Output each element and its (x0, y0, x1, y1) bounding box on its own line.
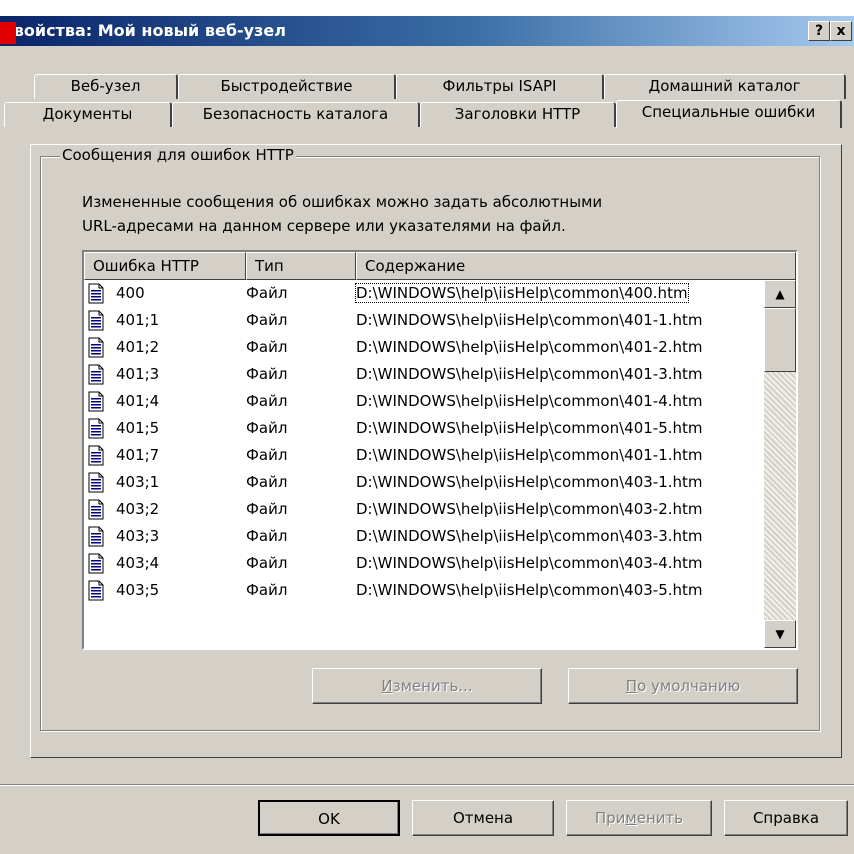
error-code: 403;2 (116, 500, 160, 518)
description-text: Измененные сообщения об ошибках можно за… (82, 190, 602, 238)
document-icon (88, 364, 104, 385)
document-icon (88, 499, 104, 520)
dialog-separator (0, 784, 854, 786)
scroll-thumb[interactable] (764, 308, 796, 372)
error-content: D:\WINDOWS\help\iisHelp\common\403-2.htm (356, 500, 703, 518)
scroll-up-button[interactable]: ▲ (764, 280, 796, 308)
document-icon (88, 445, 104, 466)
error-type: Файл (246, 392, 288, 410)
error-code: 403;4 (116, 554, 160, 572)
error-code: 401;7 (116, 446, 160, 464)
vertical-scrollbar[interactable]: ▲ ▼ (764, 280, 796, 648)
tab-directory-security[interactable]: Безопасность каталога (172, 102, 420, 127)
error-type: Файл (246, 473, 288, 491)
error-content: D:\WINDOWS\help\iisHelp\common\401-2.htm (356, 338, 703, 356)
error-type: Файл (246, 338, 288, 356)
list-item[interactable]: 401;2 Файл D:\WINDOWS\help\iisHelp\common\… (84, 334, 764, 361)
close-title-button[interactable]: x (830, 21, 852, 41)
title-bar[interactable]: Свойства: Мой новый веб-узел ? x (0, 16, 854, 46)
tab-documents[interactable]: Документы (4, 102, 172, 127)
list-item[interactable]: 401;1 Файл D:\WINDOWS\help\iisHelp\common\… (84, 307, 764, 334)
list-item[interactable]: 401;4 Файл D:\WINDOWS\help\iisHelp\common\… (84, 388, 764, 415)
group-label: Сообщения для ошибок HTTP (60, 146, 296, 164)
error-content: D:\WINDOWS\help\iisHelp\common\403-3.htm (356, 527, 703, 545)
list-item[interactable]: 403;2 Файл D:\WINDOWS\help\iisHelp\common\… (84, 496, 764, 523)
error-code: 401;5 (116, 419, 160, 437)
document-icon (88, 391, 104, 412)
error-content: D:\WINDOWS\help\iisHelp\common\401-5.htm (356, 419, 703, 437)
tab-home-directory[interactable]: Домашний каталог (604, 74, 846, 99)
list-item[interactable]: 403;4 Файл D:\WINDOWS\help\iisHelp\common\… (84, 550, 764, 577)
document-icon (88, 553, 104, 574)
list-item[interactable]: 403;5 Файл D:\WINDOWS\help\iisHelp\common\… (84, 577, 764, 604)
error-type: Файл (246, 527, 288, 545)
error-content: D:\WINDOWS\help\iisHelp\common\401-1.htm (356, 311, 703, 329)
tab-isapi-filters[interactable]: Фильтры ISAPI (396, 74, 604, 99)
document-icon (88, 418, 104, 439)
error-list[interactable]: Ошибка HTTP Тип Содержание 400 Файл D:\WIN… (82, 250, 798, 650)
list-header: Ошибка HTTP Тип Содержание (84, 252, 796, 280)
apply-button[interactable]: Применить (566, 800, 712, 836)
error-code: 403;1 (116, 473, 160, 491)
list-item[interactable]: 401;7 Файл D:\WINDOWS\help\iisHelp\common\… (84, 442, 764, 469)
error-type: Файл (246, 554, 288, 572)
list-rows: 400 Файл D:\WINDOWS\help\iisHelp\common\40… (84, 280, 764, 648)
error-code: 401;3 (116, 365, 160, 383)
description-line-2: URL-адресами на данном сервере или указа… (82, 217, 566, 235)
error-type: Файл (246, 581, 288, 599)
list-item[interactable]: 403;1 Файл D:\WINDOWS\help\iisHelp\common\… (84, 469, 764, 496)
error-type: Файл (246, 311, 288, 329)
error-type: Файл (246, 284, 288, 302)
error-code: 401;2 (116, 338, 160, 356)
red-marker (0, 22, 16, 44)
scroll-down-button[interactable]: ▼ (764, 620, 796, 648)
document-icon (88, 283, 104, 304)
error-type: Файл (246, 446, 288, 464)
list-item[interactable]: 401;3 Файл D:\WINDOWS\help\iisHelp\common\… (84, 361, 764, 388)
document-icon (88, 472, 104, 493)
error-code: 401;1 (116, 311, 160, 329)
set-default-button[interactable]: По умолчанию (568, 668, 798, 704)
error-code: 403;5 (116, 581, 160, 599)
error-content: D:\WINDOWS\help\iisHelp\common\403-5.htm (356, 581, 703, 599)
error-type: Файл (246, 365, 288, 383)
document-icon (88, 337, 104, 358)
error-code: 403;3 (116, 527, 160, 545)
error-type: Файл (246, 500, 288, 518)
error-type: Файл (246, 419, 288, 437)
list-item[interactable]: 401;5 Файл D:\WINDOWS\help\iisHelp\common\… (84, 415, 764, 442)
description-line-1: Измененные сообщения об ошибках можно за… (82, 193, 603, 211)
error-content: D:\WINDOWS\help\iisHelp\common\403-4.htm (356, 554, 703, 572)
tab-http-headers[interactable]: Заголовки HTTP (420, 102, 616, 127)
help-button[interactable]: Справка (724, 800, 848, 836)
document-icon (88, 526, 104, 547)
ok-button[interactable]: OK (258, 800, 400, 836)
tab-web-site[interactable]: Веб-узел (34, 74, 178, 99)
window-title: Свойства: Мой новый веб-узел (2, 21, 286, 40)
error-content: D:\WINDOWS\help\iisHelp\common\401-1.htm (356, 446, 703, 464)
error-content: D:\WINDOWS\help\iisHelp\common\401-4.htm (356, 392, 703, 410)
list-item[interactable]: 400 Файл D:\WINDOWS\help\iisHelp\common\40… (84, 280, 764, 307)
document-icon (88, 310, 104, 331)
error-content: D:\WINDOWS\help\iisHelp\common\401-3.htm (356, 365, 703, 383)
error-content: D:\WINDOWS\help\iisHelp\common\403-1.htm (356, 473, 703, 491)
edit-button[interactable]: Изменить... (312, 668, 542, 704)
error-code: 401;4 (116, 392, 160, 410)
column-header-type[interactable]: Тип (246, 252, 356, 280)
column-header-error[interactable]: Ошибка HTTP (84, 252, 246, 280)
tab-performance[interactable]: Быстродействие (178, 74, 396, 99)
error-content: D:\WINDOWS\help\iisHelp\common\400.htm (355, 283, 689, 303)
tab-custom-errors[interactable]: Специальные ошибки (616, 100, 842, 128)
list-item[interactable]: 403;3 Файл D:\WINDOWS\help\iisHelp\common\… (84, 523, 764, 550)
help-title-button[interactable]: ? (808, 21, 830, 41)
cancel-button[interactable]: Отмена (412, 800, 554, 836)
document-icon (88, 580, 104, 601)
column-header-content[interactable]: Содержание (356, 252, 796, 280)
error-code: 400 (116, 284, 145, 302)
